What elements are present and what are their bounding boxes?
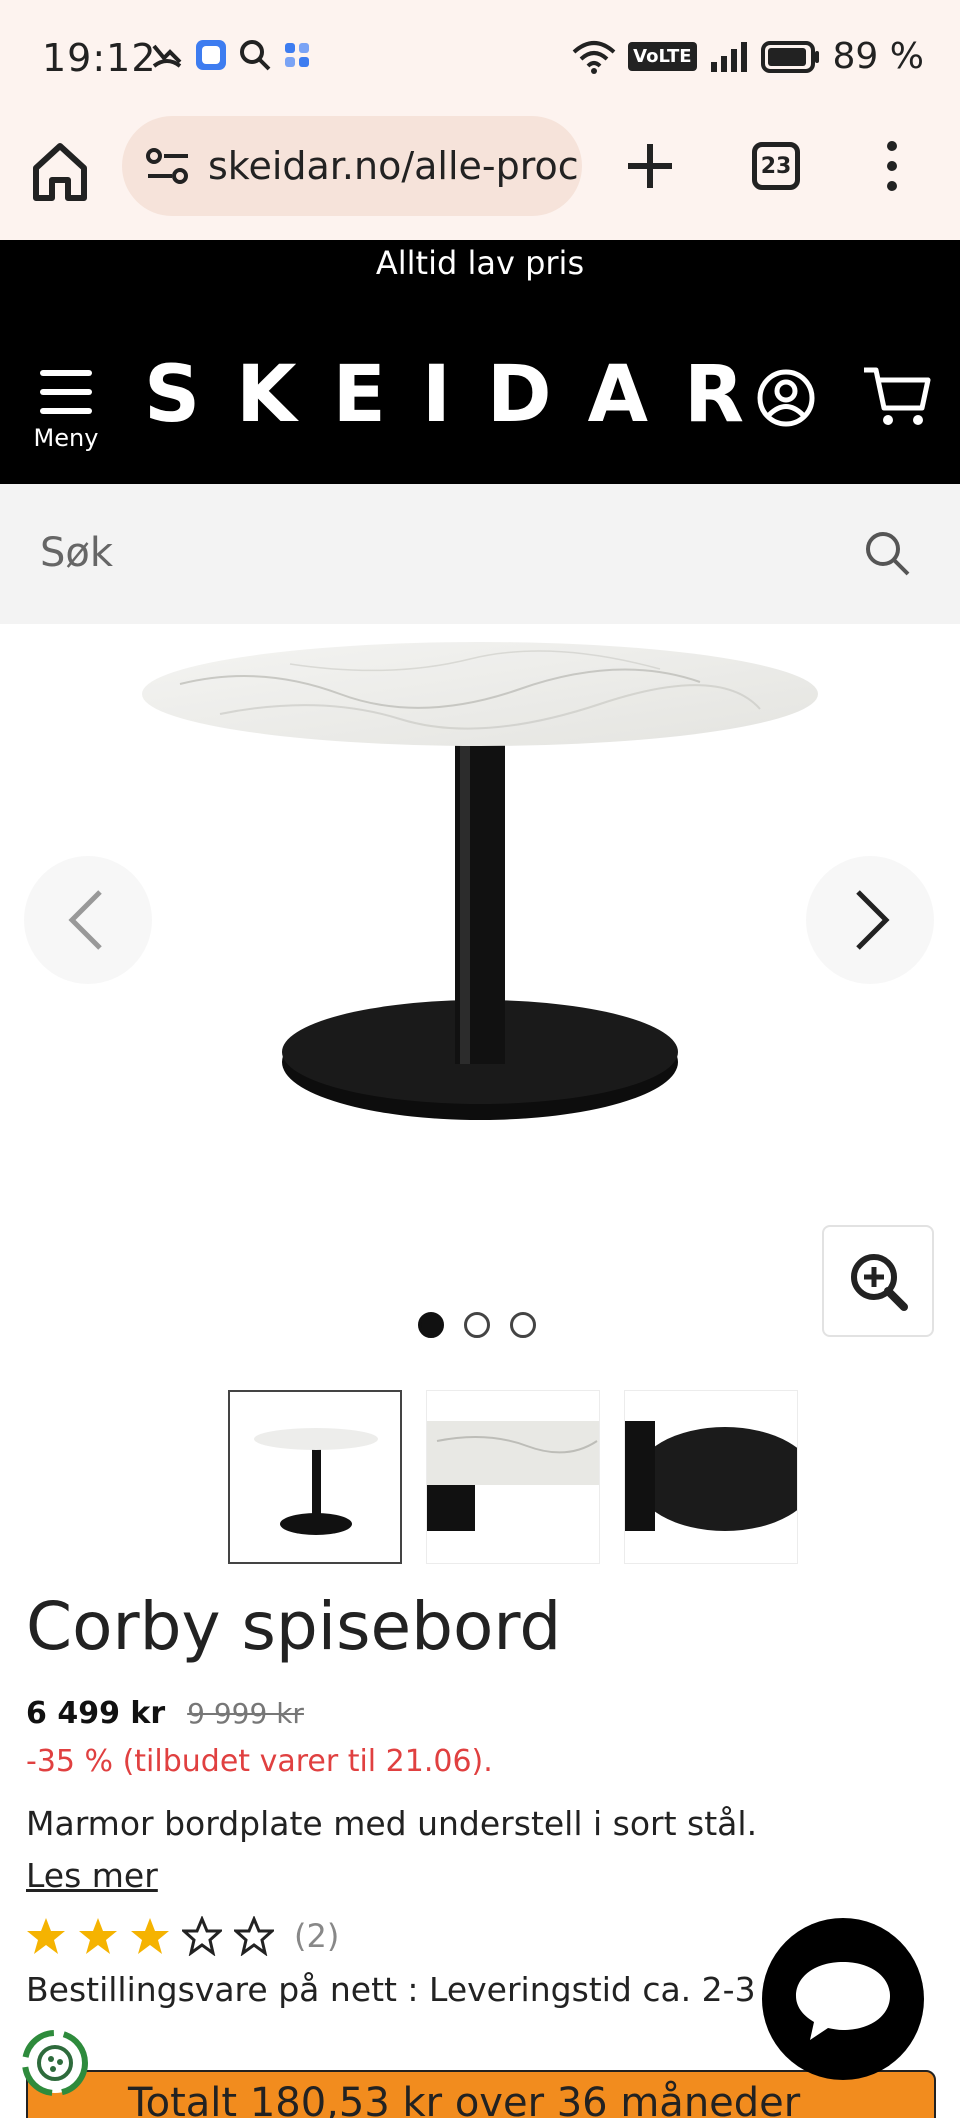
menu-button[interactable]: Meny: [30, 368, 102, 452]
system-indicators: VoLTE 89 %: [572, 36, 924, 77]
skeidar-logo[interactable]: SKEIDAR: [144, 350, 780, 440]
app-notification-icon: [196, 40, 226, 70]
battery-percent: 89 %: [832, 36, 924, 77]
account-icon[interactable]: [756, 368, 816, 428]
notification-icons: [150, 38, 312, 72]
next-image-button[interactable]: [806, 856, 934, 984]
thumbnail-base-image: [625, 1421, 797, 1531]
thumbnail-marble-image: [427, 1421, 599, 1531]
price-row: 6 499 kr 9 999 kr: [26, 1696, 304, 1731]
browser-toolbar: skeidar.no/alle-proc 23: [0, 112, 960, 240]
review-count: (2): [294, 1917, 340, 1955]
star-empty-icon: [234, 1916, 274, 1956]
site-settings-icon[interactable]: [144, 146, 192, 186]
product-title: Corby spisebord: [26, 1588, 562, 1665]
wifi-icon: [572, 40, 616, 74]
cart-icon[interactable]: [862, 364, 932, 430]
finance-label: Totalt 180,53 kr over 36 måneder: [128, 2080, 801, 2118]
apps-notification-icon: [285, 43, 309, 67]
thumbnail-3[interactable]: [624, 1390, 798, 1564]
chevron-right-icon: [856, 890, 890, 950]
rating[interactable]: (2): [26, 1916, 339, 1956]
carousel-dot[interactable]: [464, 1312, 490, 1338]
product-gallery: [0, 624, 960, 1344]
carousel-dot[interactable]: [418, 1312, 444, 1338]
current-price: 6 499 kr: [26, 1696, 166, 1731]
chat-button[interactable]: [762, 1918, 924, 2080]
search-notification-icon: [240, 40, 271, 71]
status-bar: 19:12 VoLTE 89 %: [0, 0, 960, 112]
volte-badge: VoLTE: [628, 42, 697, 71]
star-filled-icon: [79, 1918, 117, 1954]
product-description: Marmor bordplate med understell i sort s…: [26, 1804, 758, 1843]
more-options-icon[interactable]: [880, 138, 904, 194]
promo-banner: Alltid lav pris: [375, 244, 585, 282]
menu-label: Meny: [33, 424, 99, 452]
home-icon[interactable]: [32, 142, 88, 202]
carousel-indicators: [418, 1312, 536, 1338]
star-filled-icon: [27, 1918, 65, 1954]
thumbnail-1[interactable]: [228, 1390, 402, 1564]
cookie-consent-icon[interactable]: [18, 2026, 92, 2100]
carousel-dot[interactable]: [510, 1312, 536, 1338]
site-header: Alltid lav pris Meny SKEIDAR: [0, 240, 960, 484]
original-price: 9 999 kr: [187, 1697, 304, 1730]
thumbnail-table-image: [254, 1428, 378, 1535]
product-image[interactable]: [140, 634, 820, 1244]
tab-switcher-button[interactable]: 23: [752, 142, 800, 190]
missed-call-icon: [152, 44, 182, 68]
url-text: skeidar.no/alle-proc: [208, 144, 579, 188]
zoom-button[interactable]: [822, 1225, 934, 1337]
star-empty-icon: [182, 1916, 222, 1956]
thumbnail-2[interactable]: [426, 1390, 600, 1564]
signal-icon: [710, 41, 747, 72]
chevron-left-icon: [68, 890, 102, 950]
search-input[interactable]: [40, 518, 840, 588]
zoom-in-icon: [851, 1254, 908, 1311]
new-tab-icon[interactable]: [622, 138, 678, 194]
hamburger-icon: [40, 370, 92, 414]
battery-icon: [760, 40, 819, 73]
chat-bubble-icon: [796, 1962, 890, 2040]
status-time: 19:12: [42, 36, 157, 80]
discount-text: -35 % (tilbudet varer til 21.06).: [26, 1744, 493, 1779]
url-bar[interactable]: skeidar.no/alle-proc: [122, 116, 582, 216]
search-bar: [0, 484, 960, 624]
search-icon[interactable]: [862, 528, 912, 578]
thumbnail-strip: [228, 1390, 798, 1564]
tab-count: 23: [760, 153, 792, 179]
previous-image-button[interactable]: [24, 856, 152, 984]
read-more-link[interactable]: Les mer: [26, 1856, 158, 1895]
delivery-info: Bestillingsvare på nett : Leveringstid c…: [26, 1970, 756, 2009]
star-filled-icon: [131, 1918, 169, 1954]
